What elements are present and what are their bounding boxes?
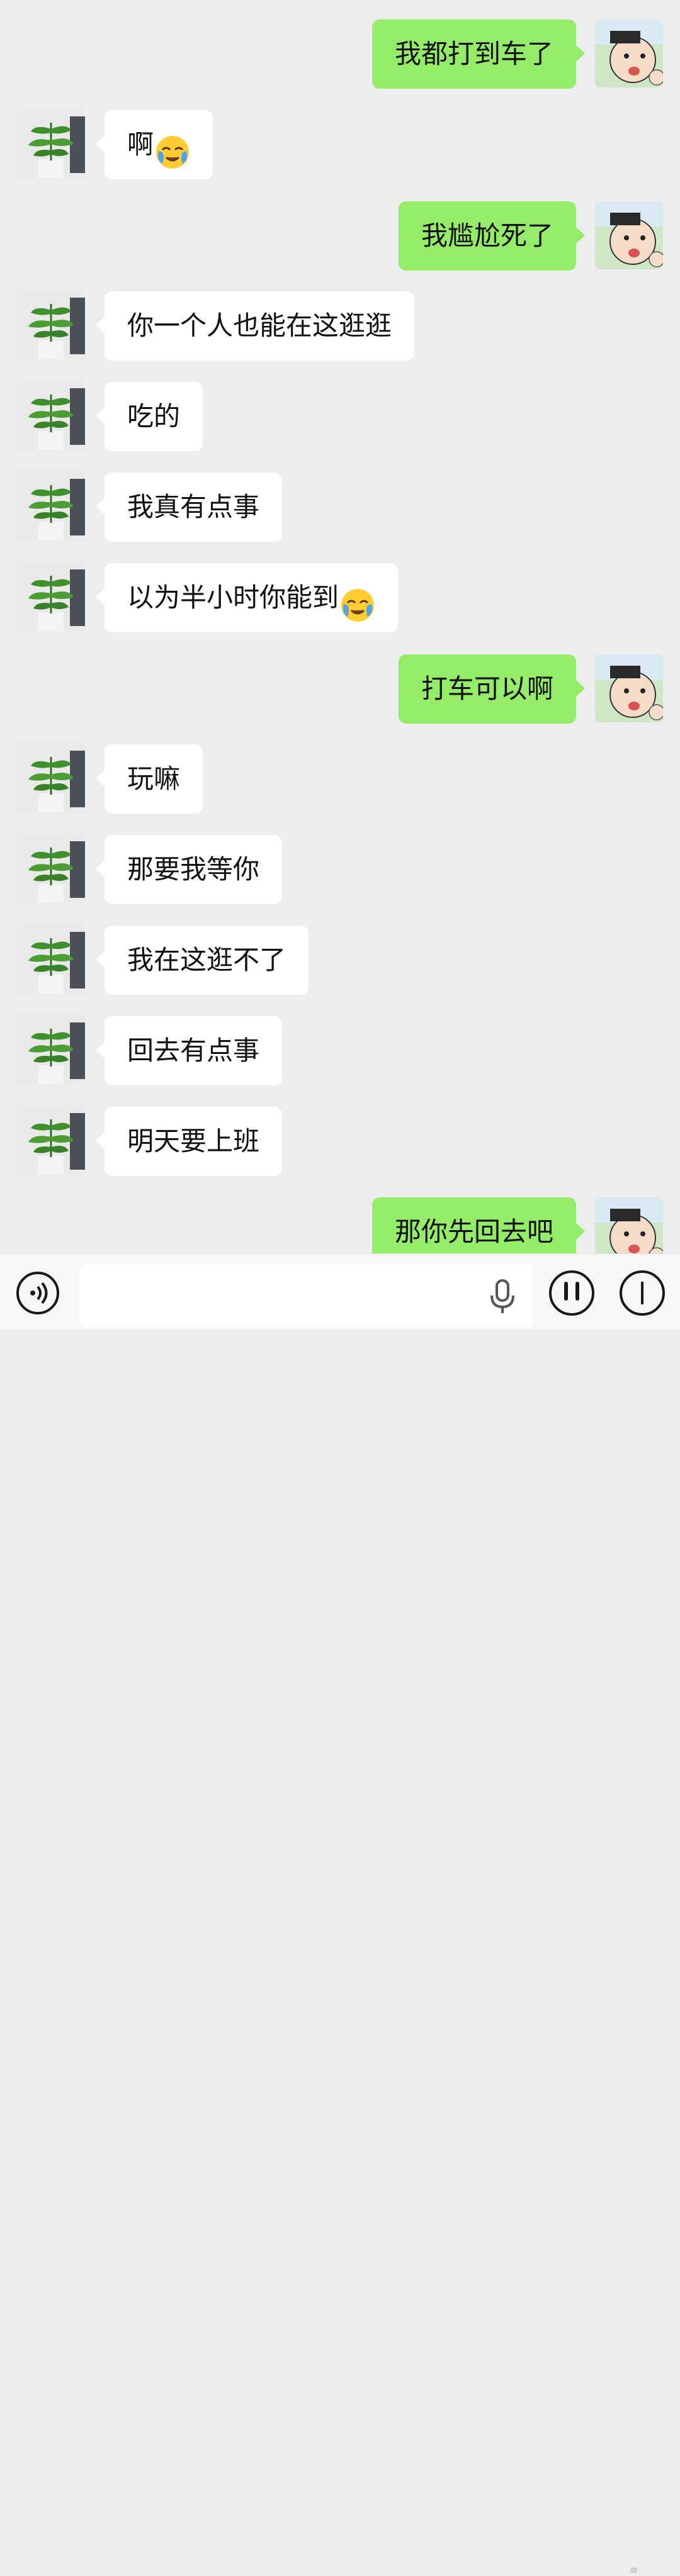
message-bubble-received[interactable]: 我真有点事 [95,473,283,542]
message-bubble-received[interactable]: 你一个人也能在这逛逛 [95,291,415,361]
message-row: 那要我等你 [0,835,680,905]
message-row: 以为半小时你能到 [0,563,680,634]
message-row: 我尴尬死了 [0,201,680,272]
self-avatar[interactable] [595,20,663,87]
message-bubble-sent[interactable]: 打车可以啊 [398,654,586,724]
message-text: 玩嘛 [127,763,181,794]
message-bubble-sent[interactable]: 我尴尬死了 [398,201,586,271]
contact-avatar[interactable] [17,1107,85,1175]
voice-button[interactable] [15,1270,60,1316]
message-text: 我在这逛不了 [127,944,286,975]
mic-icon[interactable] [489,1278,516,1316]
message-row: 你一个人也能在这逛逛 [0,291,680,362]
emoji-button[interactable] [548,1269,596,1317]
message-row: 那你先回去吧 [0,1197,680,1253]
contact-avatar[interactable] [17,473,85,540]
message-text: 我真有点事 [127,491,260,522]
message-bubble-received[interactable]: 啊 [95,110,213,179]
face-with-tears-emoji [340,580,375,622]
contact-avatar[interactable] [17,382,85,450]
self-avatar[interactable] [595,1197,663,1253]
message-text: 明天要上班 [127,1126,260,1156]
contact-avatar[interactable] [17,926,85,994]
message-bubble-received[interactable]: 那要我等你 [95,835,283,904]
self-avatar[interactable] [595,201,663,269]
message-bubble-received[interactable]: 我在这逛不了 [95,926,309,995]
more-button[interactable] [618,1269,666,1317]
message-row: 吃的 [0,382,680,452]
face-with-tears-emoji [155,126,190,169]
message-text: 你一个人也能在这逛逛 [127,310,392,341]
contact-avatar[interactable] [17,835,85,903]
message-text: 我尴尬死了 [421,220,553,251]
message-row: 啊 [0,110,680,181]
message-bubble-sent[interactable]: 那你先回去吧 [371,1197,586,1253]
message-row: 明天要上班 [0,1107,680,1177]
message-row: 打车可以啊 [0,654,680,725]
message-text: 打车可以啊 [421,673,553,704]
input-toolbar: ≋ [0,1253,680,2576]
message-bubble-sent[interactable]: 我都打到车了 [371,20,586,89]
contact-avatar[interactable] [17,291,85,359]
message-bubble-received[interactable]: 明天要上班 [95,1107,283,1176]
voice-icon [16,1272,59,1314]
message-input[interactable] [79,1264,533,1327]
message-row: 我都打到车了 [0,20,680,90]
message-bubble-received[interactable]: 回去有点事 [95,1016,283,1085]
plus-icon [620,1270,665,1316]
message-row: 玩嘛 [0,744,680,815]
contact-avatar[interactable] [17,744,85,812]
message-text: 回去有点事 [127,1035,260,1066]
message-text: 吃的 [127,401,181,432]
watermark-mark: ≋ [630,2564,638,2576]
emoji-face-icon [549,1270,594,1316]
message-text: 那要我等你 [127,854,260,885]
message-row: 回去有点事 [0,1016,680,1087]
message-row: 我真有点事 [0,473,680,543]
message-bubble-received[interactable]: 以为半小时你能到 [95,563,399,632]
message-text: 啊 [127,129,154,160]
chat-area[interactable]: 我都打到车了 啊 我尴尬死了 你一个人也能在这逛逛 吃的 我真有点事 以为半小时… [0,0,680,1253]
contact-avatar[interactable] [17,1016,85,1084]
contact-avatar[interactable] [17,563,85,631]
self-avatar[interactable] [595,654,663,722]
message-text: 那你先回去吧 [394,1216,553,1247]
message-bubble-received[interactable]: 吃的 [95,382,203,451]
message-row: 我在这逛不了 [0,926,680,996]
contact-avatar[interactable] [17,110,85,178]
message-bubble-received[interactable]: 玩嘛 [95,744,203,814]
message-text: 我都打到车了 [394,38,553,69]
message-text: 以为半小时你能到 [127,582,339,613]
